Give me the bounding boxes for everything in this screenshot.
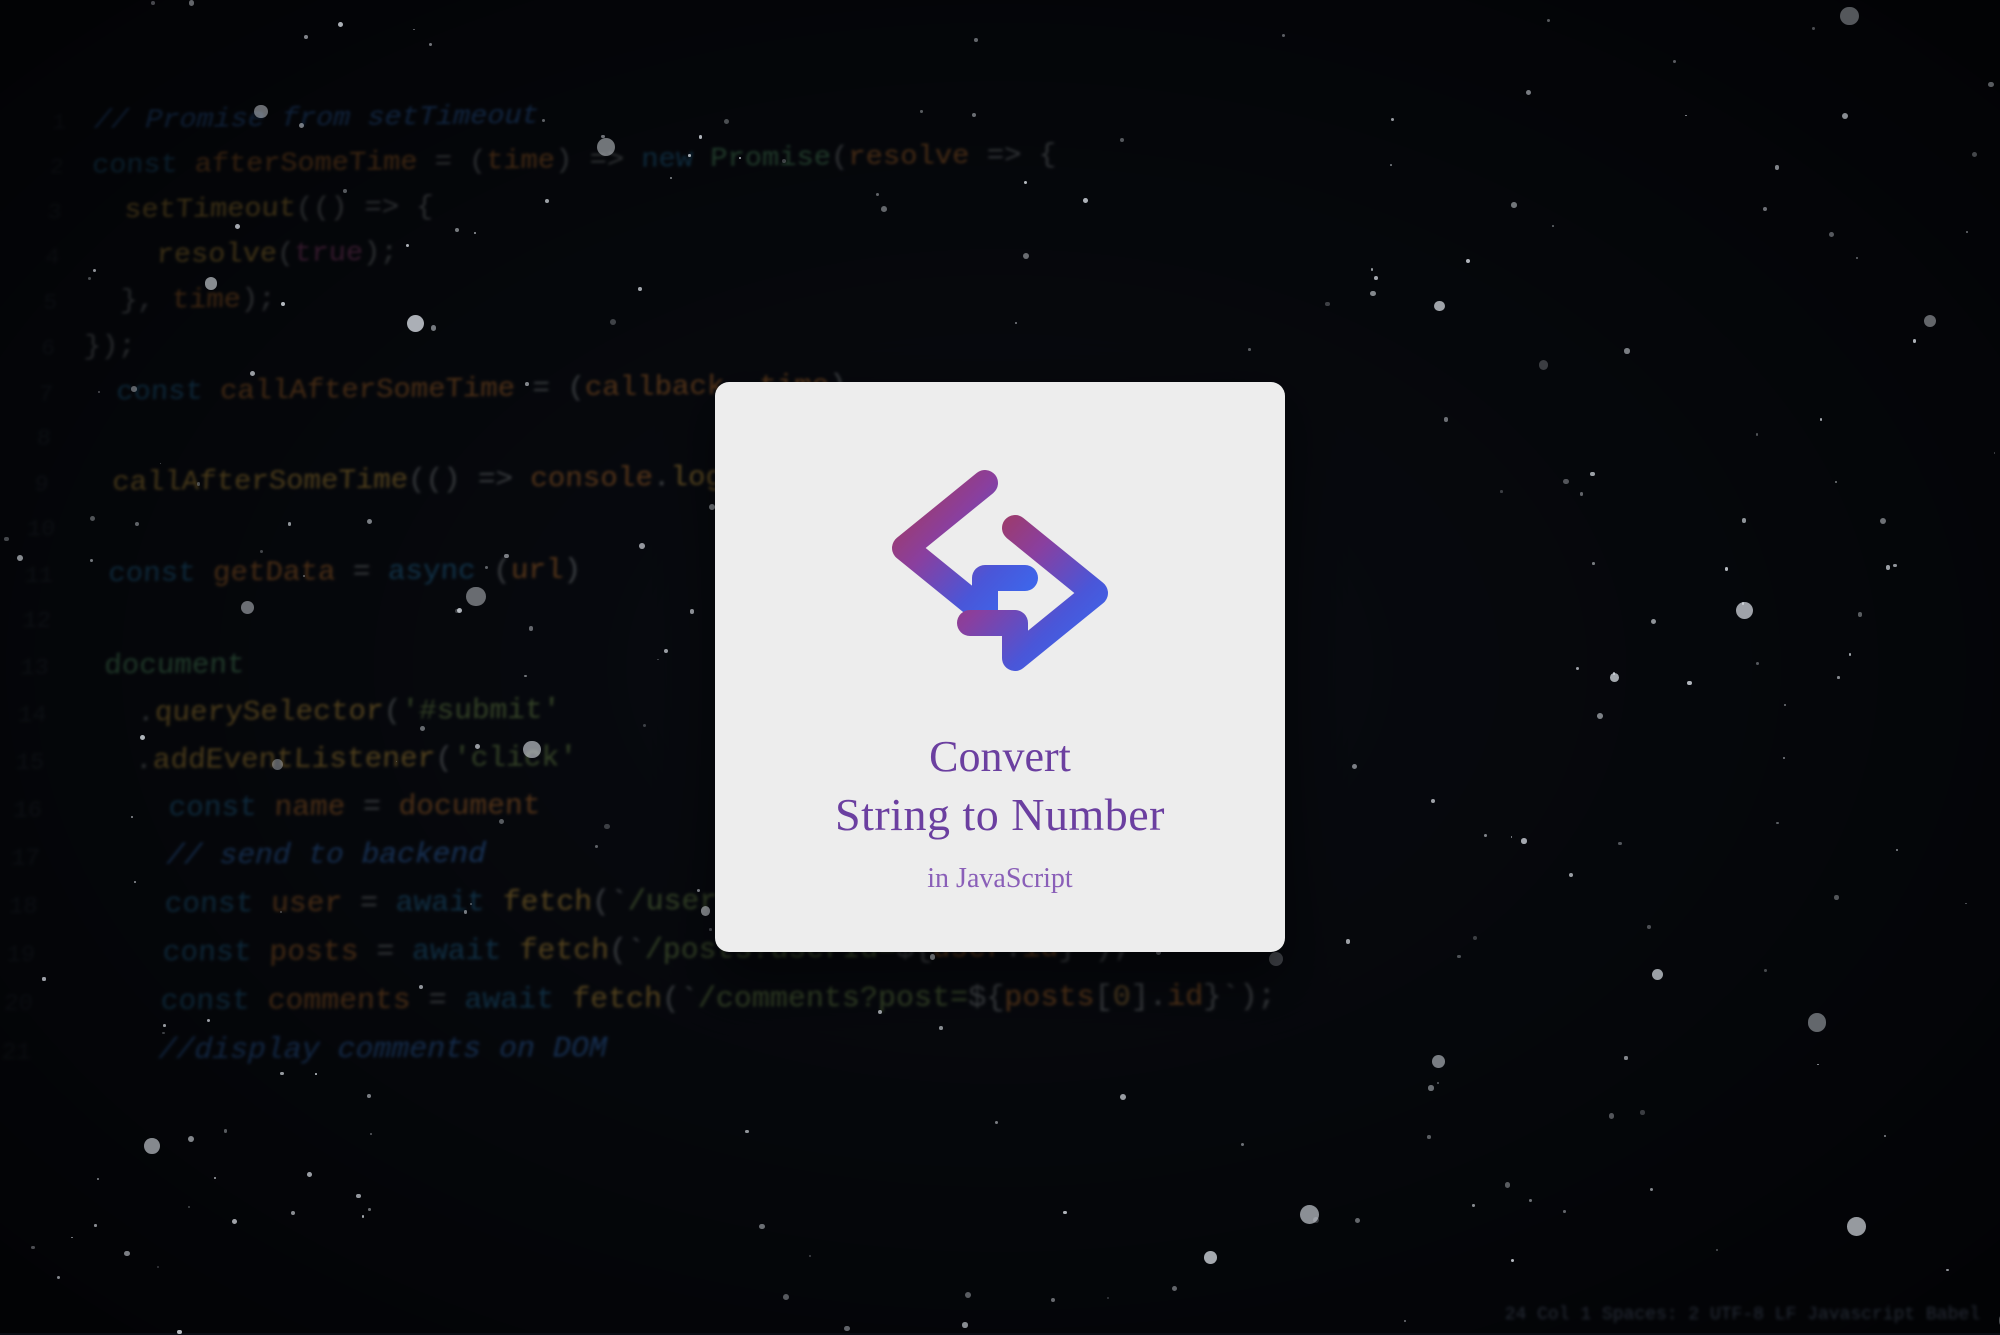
code-line: 20 const comments = await fetch(`/commen… xyxy=(3,970,2000,1028)
title-card: Convert String to Number in JavaScript xyxy=(715,382,1285,952)
code-line: 21 //display comments on DOM xyxy=(1,1020,2000,1078)
title-line-2: String to Number xyxy=(835,789,1165,840)
title-line-1: Convert xyxy=(929,732,1071,781)
card-subtitle: in JavaScript xyxy=(927,863,1072,895)
card-title: Convert String to Number xyxy=(835,728,1165,845)
swap-arrows-icon xyxy=(850,438,1150,698)
editor-status-bar: 24 Col 1 Spaces: 2 UTF-8 LF Javascript B… xyxy=(1505,1305,1980,1325)
